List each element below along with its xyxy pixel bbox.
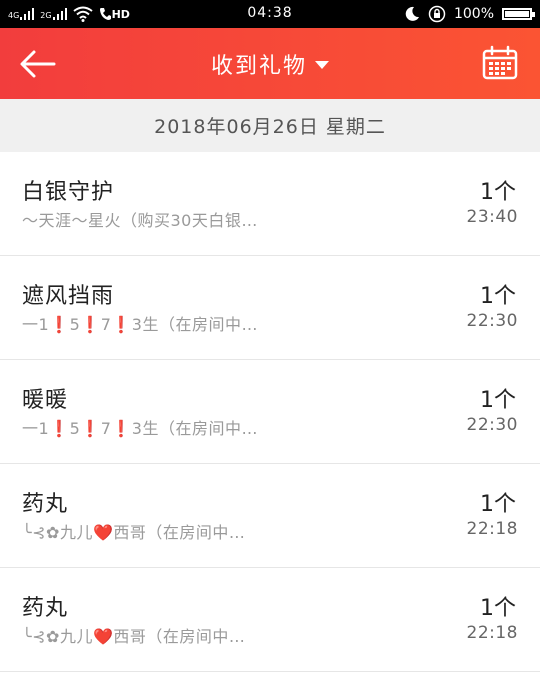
gift-time: 22:30 [466, 311, 518, 331]
gift-count: 1个 [480, 284, 516, 309]
gift-count: 1个 [480, 492, 516, 517]
gift-sender: 〜天涯〜星火（购买30天白银… [22, 211, 258, 230]
caret-down-icon [315, 60, 329, 69]
gift-name: 药丸 [22, 492, 69, 517]
gift-time: 22:18 [466, 519, 518, 539]
battery-icon [502, 8, 535, 20]
list-item[interactable]: 遮风挡雨 一1❗5❗7❗3生（在房间中… 1个 22:30 [0, 256, 540, 360]
gift-sender: 一1❗5❗7❗3生（在房间中… [22, 419, 258, 438]
gift-count: 1个 [480, 388, 516, 413]
moon-icon [405, 6, 419, 21]
list-item[interactable]: 白银守护 〜天涯〜星火（购买30天白银… 1个 23:40 [0, 152, 540, 256]
battery-percent: 100% [453, 6, 494, 22]
list-item[interactable]: 暖暖 一1❗5❗7❗3生（在房间中… 1个 22:30 [0, 360, 540, 464]
date-header: 2018年06月26日 星期二 [0, 99, 540, 152]
title-dropdown[interactable]: 收到礼物 [0, 28, 540, 99]
gift-name: 白银守护 [22, 180, 115, 205]
calendar-icon [482, 45, 518, 80]
app-header: 收到礼物 [0, 28, 540, 99]
gift-name: 暖暖 [22, 388, 69, 413]
gift-name: 药丸 [22, 596, 69, 621]
list-item[interactable]: 药丸 ╰⊰✿九儿❤️西哥（在房间中… 1个 22:18 [0, 464, 540, 568]
gift-time: 22:30 [466, 415, 518, 435]
calendar-button[interactable] [482, 45, 518, 81]
rotation-lock-icon [428, 5, 446, 23]
gift-count: 1个 [480, 180, 516, 205]
status-bar: 4G 2G HD 04:38 100% [0, 0, 540, 28]
gift-list: 白银守护 〜天涯〜星火（购买30天白银… 1个 23:40 遮风挡雨 一1❗5❗… [0, 152, 540, 672]
page-title: 收到礼物 [210, 53, 307, 79]
gift-sender: 一1❗5❗7❗3生（在房间中… [22, 315, 258, 334]
gift-name: 遮风挡雨 [22, 284, 115, 309]
gift-count: 1个 [480, 596, 516, 621]
gift-time: 22:18 [466, 623, 518, 643]
date-label: 2018年06月26日 星期二 [154, 116, 386, 138]
gift-time: 23:40 [466, 207, 518, 227]
list-item[interactable]: 药丸 ╰⊰✿九儿❤️西哥（在房间中… 1个 22:18 [0, 568, 540, 672]
status-icons-right: 100% [404, 5, 535, 23]
gift-sender: ╰⊰✿九儿❤️西哥（在房间中… [22, 627, 246, 646]
gift-sender: ╰⊰✿九儿❤️西哥（在房间中… [22, 523, 246, 542]
